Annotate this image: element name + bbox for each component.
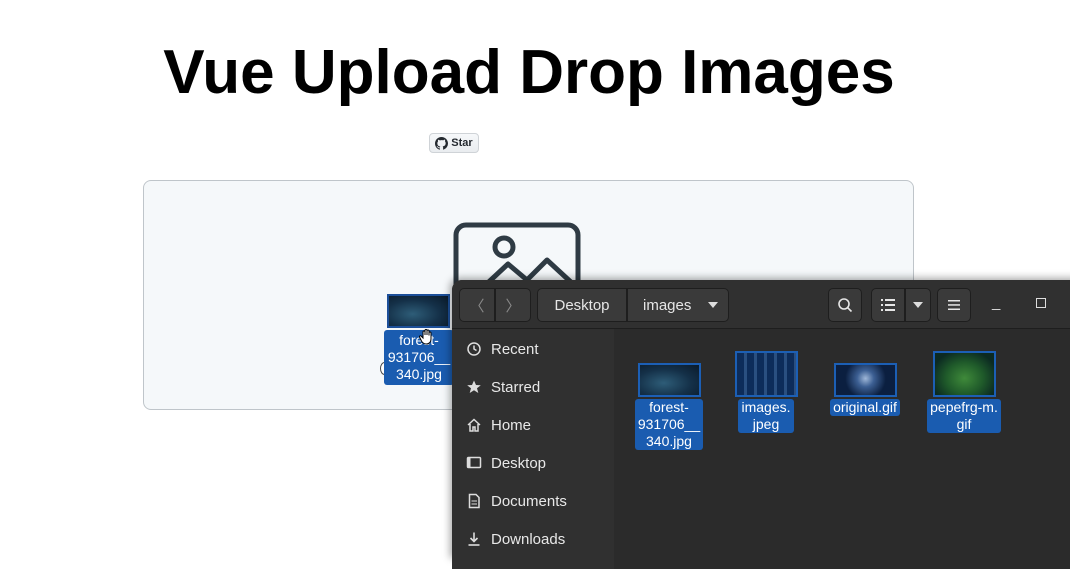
grab-cursor-icon (419, 329, 432, 345)
search-button[interactable] (828, 288, 862, 322)
download-icon (468, 532, 480, 546)
file-item[interactable]: original.gif (827, 363, 903, 417)
file-name: pepefrg-m. gif (927, 399, 1001, 433)
github-star-button[interactable]: Star (429, 133, 479, 153)
places-sidebar: Recent Starred Home Desktop Documents Do… (452, 329, 615, 569)
file-thumbnail (734, 351, 798, 397)
path-button-desktop[interactable]: Desktop (537, 288, 627, 322)
github-icon (435, 136, 449, 150)
chevron-down-icon (708, 302, 718, 308)
chevron-down-icon (913, 302, 923, 308)
file-name: forest- 931706__ 340.jpg (634, 399, 704, 450)
forward-button[interactable]: 〉 (495, 288, 531, 322)
back-button[interactable]: 〈 (459, 288, 495, 322)
file-manager-window[interactable]: 〈 〉 Desktop images _ Recent Starred Home (452, 280, 1070, 569)
search-icon (838, 298, 853, 313)
sidebar-item-documents[interactable]: Documents (466, 491, 567, 511)
maximize-window-button[interactable] (1036, 298, 1046, 308)
sidebar-item-recent[interactable]: Recent (466, 339, 539, 359)
view-options-dropdown[interactable] (905, 288, 931, 322)
sidebar-item-label: Desktop (491, 454, 547, 472)
file-name: images. jpeg (738, 399, 794, 433)
main-menu-button[interactable] (937, 288, 971, 322)
documents-icon (468, 493, 480, 509)
list-view-button[interactable] (871, 288, 905, 322)
file-name: original.gif (830, 399, 900, 416)
file-thumbnail (637, 363, 701, 397)
file-thumbnail (833, 363, 897, 397)
chevron-right-icon: 〉 (505, 297, 521, 315)
page-title: Vue Upload Drop Images (163, 38, 895, 107)
clock-icon (467, 342, 481, 356)
dragged-file-thumbnail (387, 294, 450, 328)
minimize-window-button[interactable]: _ (992, 294, 1000, 311)
sidebar-item-label: Home (491, 416, 532, 434)
file-thumbnail (932, 351, 996, 397)
sidebar-item-starred[interactable]: Starred (466, 377, 540, 397)
chevron-left-icon: 〈 (469, 297, 485, 315)
star-icon (467, 380, 481, 393)
path-desktop-label: Desktop (554, 296, 610, 314)
sidebar-item-label: Downloads (491, 530, 566, 548)
star-label: Star (451, 137, 473, 149)
file-item[interactable]: pepefrg-m. gif (926, 351, 1002, 434)
list-view-icon (881, 299, 895, 311)
file-item[interactable]: forest- 931706__ 340.jpg (631, 363, 707, 451)
sidebar-item-home[interactable]: Home (466, 415, 531, 435)
hamburger-menu-icon (948, 300, 960, 310)
sidebar-item-downloads[interactable]: Downloads (466, 529, 565, 549)
path-button-images[interactable]: images (627, 288, 729, 322)
sidebar-item-label: Documents (491, 492, 567, 510)
sidebar-item-label: Recent (491, 340, 539, 358)
file-manager-headerbar: 〈 〉 Desktop images _ (452, 280, 1070, 329)
file-grid: forest- 931706__ 340.jpg images. jpeg or… (614, 329, 1070, 569)
sidebar-item-desktop[interactable]: Desktop (466, 453, 546, 473)
file-item[interactable]: images. jpeg (728, 351, 804, 434)
desktop-icon (466, 456, 482, 469)
sidebar-item-label: Starred (491, 378, 541, 396)
home-icon (467, 418, 481, 432)
path-images-label: images (643, 296, 692, 314)
